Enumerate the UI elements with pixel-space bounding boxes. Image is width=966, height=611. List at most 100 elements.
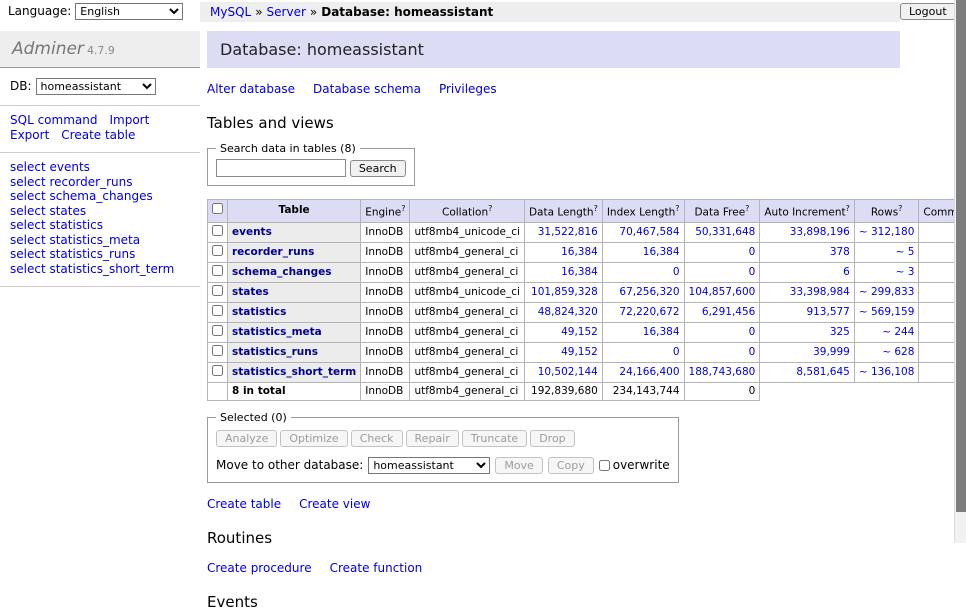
- check-button[interactable]: Check: [351, 430, 403, 447]
- optimize-button[interactable]: Optimize: [280, 430, 347, 447]
- database-action-link[interactable]: Database schema: [313, 82, 421, 96]
- table-name-link[interactable]: events: [232, 226, 272, 238]
- sidebar-command-link[interactable]: Export: [10, 128, 49, 142]
- index-length-link[interactable]: 0: [673, 266, 680, 278]
- rows-count-link[interactable]: ~ 299,833: [859, 286, 915, 298]
- sidebar-table-link[interactable]: select statistics_meta: [10, 233, 140, 247]
- auto-increment-link[interactable]: 39,999: [813, 346, 850, 358]
- table-name-link[interactable]: states: [232, 286, 269, 298]
- row-select-checkbox[interactable]: [212, 345, 223, 356]
- row-select-checkbox[interactable]: [212, 225, 223, 236]
- routine-link[interactable]: Create procedure: [207, 561, 312, 575]
- data-free-link[interactable]: 0: [749, 346, 756, 358]
- drop-button[interactable]: Drop: [530, 430, 574, 447]
- routine-link[interactable]: Create function: [330, 561, 423, 575]
- auto-increment-link[interactable]: 33,398,984: [790, 286, 850, 298]
- column-help-link[interactable]: ?: [401, 204, 405, 213]
- search-input[interactable]: [216, 159, 346, 177]
- logout-button[interactable]: Logout: [900, 3, 956, 20]
- index-length-link[interactable]: 16,384: [643, 326, 680, 338]
- copy-button[interactable]: Copy: [548, 457, 594, 474]
- rows-count-link[interactable]: ~ 569,159: [859, 306, 915, 318]
- analyze-button[interactable]: Analyze: [216, 430, 277, 447]
- data-free-link[interactable]: 0: [749, 246, 756, 258]
- vertical-scrollbar[interactable]: [954, 0, 966, 543]
- data-length-link[interactable]: 31,522,816: [538, 226, 598, 238]
- table-name-link[interactable]: schema_changes: [232, 266, 332, 278]
- sidebar-command-link[interactable]: Create table: [61, 128, 135, 142]
- index-length-link[interactable]: 24,166,400: [619, 366, 679, 378]
- sidebar-table-link[interactable]: select statistics: [10, 218, 103, 232]
- data-length-link[interactable]: 16,384: [561, 246, 598, 258]
- index-length-link[interactable]: 67,256,320: [619, 286, 679, 298]
- create-link[interactable]: Create table: [207, 497, 281, 511]
- create-link[interactable]: Create view: [299, 497, 370, 511]
- rows-count-link[interactable]: ~ 312,180: [859, 226, 915, 238]
- auto-increment-link[interactable]: 6: [843, 266, 850, 278]
- data-length-link[interactable]: 16,384: [561, 266, 598, 278]
- sidebar-command-link[interactable]: SQL command: [10, 113, 97, 127]
- row-select-checkbox[interactable]: [212, 285, 223, 296]
- data-free-link[interactable]: 104,857,600: [689, 286, 756, 298]
- move-database-select[interactable]: homeassistant: [368, 457, 490, 474]
- truncate-button[interactable]: Truncate: [462, 430, 527, 447]
- auto-increment-link[interactable]: 913,577: [806, 306, 849, 318]
- app-name-link[interactable]: Adminer: [12, 39, 84, 59]
- index-length-link[interactable]: 16,384: [643, 246, 680, 258]
- auto-increment-link[interactable]: 325: [830, 326, 850, 338]
- column-help-link[interactable]: ?: [898, 204, 902, 213]
- column-help-link[interactable]: ?: [594, 204, 598, 213]
- sidebar-table-link[interactable]: select states: [10, 204, 86, 218]
- move-button[interactable]: Move: [495, 457, 543, 474]
- data-free-link[interactable]: 50,331,648: [695, 226, 755, 238]
- index-length-link[interactable]: 72,220,672: [619, 306, 679, 318]
- scrollbar-thumb[interactable]: [956, 0, 966, 512]
- column-help-link[interactable]: ?: [846, 204, 850, 213]
- data-free-link[interactable]: 6,291,456: [702, 306, 755, 318]
- column-help-link[interactable]: ?: [488, 204, 492, 213]
- auto-increment-link[interactable]: 33,898,196: [790, 226, 850, 238]
- table-name-link[interactable]: recorder_runs: [232, 246, 314, 258]
- sidebar-table-link[interactable]: select statistics_short_term: [10, 262, 174, 276]
- index-length-link[interactable]: 70,467,584: [619, 226, 679, 238]
- repair-button[interactable]: Repair: [406, 430, 459, 447]
- rows-count-link[interactable]: ~ 3: [896, 266, 915, 278]
- database-action-link[interactable]: Privileges: [439, 82, 497, 96]
- table-name-link[interactable]: statistics: [232, 306, 286, 318]
- data-free-link[interactable]: 0: [749, 326, 756, 338]
- column-help-link[interactable]: ?: [745, 204, 749, 213]
- row-select-checkbox[interactable]: [212, 265, 223, 276]
- row-select-checkbox[interactable]: [212, 305, 223, 316]
- db-select[interactable]: homeassistant: [36, 78, 156, 95]
- data-length-link[interactable]: 10,502,144: [538, 366, 598, 378]
- breadcrumb-server-link[interactable]: Server: [267, 5, 306, 19]
- database-action-link[interactable]: Alter database: [207, 82, 295, 96]
- sidebar-command-link[interactable]: Import: [109, 113, 149, 127]
- sidebar-table-link[interactable]: select recorder_runs: [10, 175, 133, 189]
- table-name-link[interactable]: statistics_runs: [232, 346, 318, 358]
- breadcrumb-mysql-link[interactable]: MySQL: [210, 5, 251, 19]
- language-select[interactable]: English: [75, 3, 183, 20]
- row-select-checkbox[interactable]: [212, 325, 223, 336]
- row-select-checkbox[interactable]: [212, 365, 223, 376]
- data-free-link[interactable]: 0: [749, 266, 756, 278]
- rows-count-link[interactable]: ~ 628: [882, 346, 914, 358]
- auto-increment-link[interactable]: 8,581,645: [796, 366, 849, 378]
- table-name-link[interactable]: statistics_short_term: [232, 366, 356, 378]
- data-length-link[interactable]: 101,859,328: [531, 286, 598, 298]
- rows-count-link[interactable]: ~ 136,108: [859, 366, 915, 378]
- rows-count-link[interactable]: ~ 5: [896, 246, 915, 258]
- search-button[interactable]: Search: [350, 160, 406, 177]
- data-length-link[interactable]: 49,152: [561, 326, 598, 338]
- auto-increment-link[interactable]: 378: [830, 246, 850, 258]
- data-length-link[interactable]: 49,152: [561, 346, 598, 358]
- data-length-link[interactable]: 48,824,320: [538, 306, 598, 318]
- select-all-checkbox[interactable]: [212, 203, 223, 214]
- table-name-link[interactable]: statistics_meta: [232, 326, 322, 338]
- sidebar-table-link[interactable]: select events: [10, 160, 90, 174]
- rows-count-link[interactable]: ~ 244: [882, 326, 914, 338]
- sidebar-table-link[interactable]: select statistics_runs: [10, 247, 135, 261]
- overwrite-checkbox[interactable]: [599, 460, 610, 471]
- index-length-link[interactable]: 0: [673, 346, 680, 358]
- row-select-checkbox[interactable]: [212, 245, 223, 256]
